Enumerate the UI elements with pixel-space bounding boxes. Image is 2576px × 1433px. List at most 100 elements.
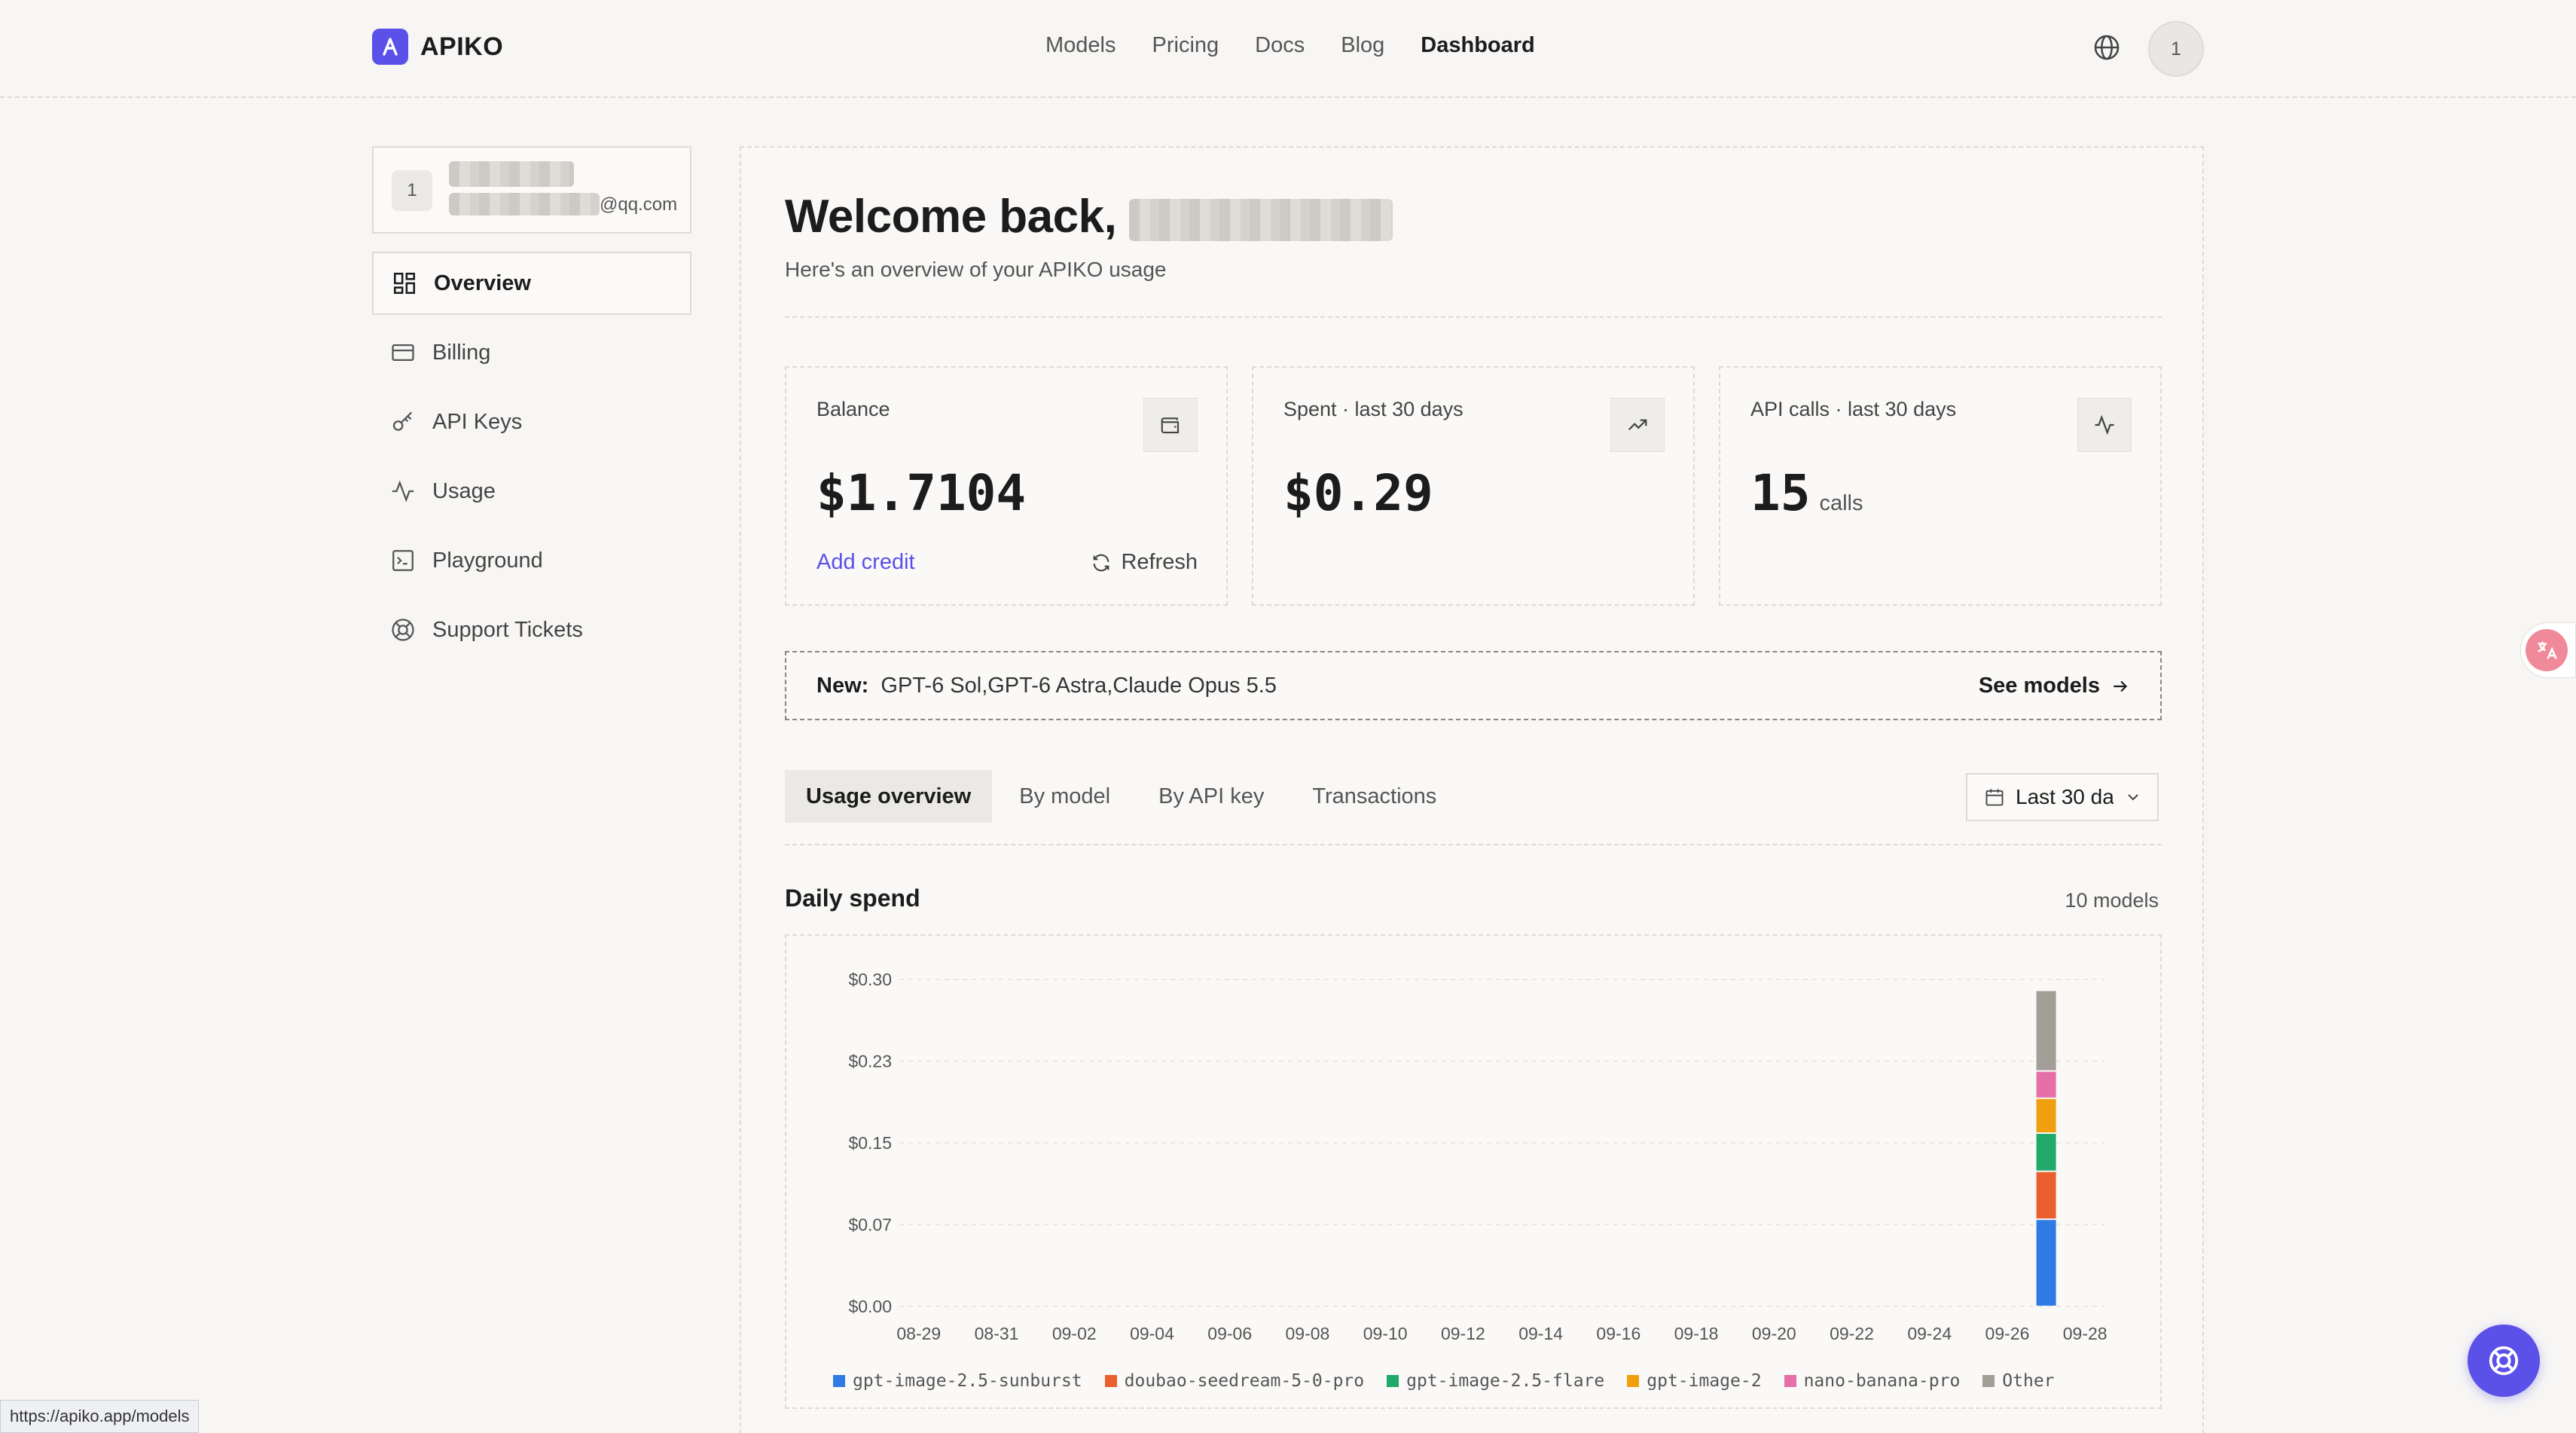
sidebar-item-playground[interactable]: Playground xyxy=(372,529,691,592)
divider xyxy=(785,316,2162,318)
x-tick-label: 09-24 xyxy=(1907,1324,1952,1343)
sidebar-item-label: API Keys xyxy=(432,409,523,434)
bar-segment xyxy=(2036,1220,2056,1306)
legend-label: gpt-image-2 xyxy=(1647,1371,1762,1391)
page-subtitle: Here's an overview of your APIKO usage xyxy=(785,258,1167,281)
balance-value: $1.7104 xyxy=(816,464,1027,522)
x-tick-label: 09-22 xyxy=(1830,1324,1874,1343)
nav-blog[interactable]: Blog xyxy=(1341,33,1384,58)
profile-card[interactable]: 1 @qq.com xyxy=(372,146,691,234)
spent-card: Spent · last 30 days $0.29 xyxy=(1252,366,1695,606)
chart-model-count: 10 models xyxy=(2065,889,2159,912)
x-tick-label: 09-02 xyxy=(1052,1324,1097,1343)
legend-label: gpt-image-2.5-sunburst xyxy=(853,1371,1082,1391)
x-tick-label: 09-18 xyxy=(1674,1324,1719,1343)
brand[interactable]: APIKO xyxy=(372,29,503,65)
key-icon xyxy=(392,411,413,431)
redacted-username xyxy=(1129,190,1393,243)
user-avatar[interactable]: 1 xyxy=(2148,21,2204,77)
y-tick-label: $0.23 xyxy=(848,1052,892,1071)
api-calls-value: 15 calls xyxy=(1750,464,1863,522)
legend-label: doubao-seedream-5-0-pro xyxy=(1124,1371,1365,1391)
top-navbar: APIKO Models Pricing Docs Blog Dashboard… xyxy=(0,0,2576,98)
y-tick-label: $0.07 xyxy=(848,1215,892,1235)
balance-card: Balance $1.7104 Add credit Refresh xyxy=(785,366,1228,606)
bar-segment xyxy=(2036,1172,2056,1219)
profile-avatar: 1 xyxy=(392,170,432,211)
x-tick-label: 09-20 xyxy=(1752,1324,1796,1343)
wallet-icon xyxy=(1143,398,1198,452)
refresh-button[interactable]: Refresh xyxy=(1091,550,1198,575)
x-tick-label: 09-28 xyxy=(2063,1324,2107,1343)
sidebar-item-billing[interactable]: Billing xyxy=(372,321,691,384)
daily-spend-chart: $0.30 $0.23 $0.15 $0.07 $0.00 08-29 08-31 09-02… xyxy=(785,934,2162,1409)
sidebar-item-label: Support Tickets xyxy=(432,617,583,642)
sidebar-item-label: Playground xyxy=(432,548,543,573)
spent-value: $0.29 xyxy=(1283,464,1433,522)
refresh-icon xyxy=(1094,554,1109,571)
legend-swatch xyxy=(1104,1375,1117,1387)
globe-icon[interactable] xyxy=(2092,33,2121,62)
sidebar-item-label: Usage xyxy=(432,478,496,503)
welcome-prefix: Welcome back, xyxy=(785,191,1117,243)
y-tick-label: $0.15 xyxy=(848,1133,892,1153)
nav-dashboard[interactable]: Dashboard xyxy=(1421,33,1534,58)
lifebuoy-icon xyxy=(2489,1346,2519,1376)
x-tick-label: 09-06 xyxy=(1207,1324,1252,1343)
nav-pricing[interactable]: Pricing xyxy=(1152,33,1219,58)
x-tick-label: 09-10 xyxy=(1363,1324,1408,1343)
nav-models[interactable]: Models xyxy=(1045,33,1116,58)
chevron-down-icon xyxy=(2128,794,2138,801)
see-models-link[interactable]: See models xyxy=(1979,674,2130,698)
sidebar-item-overview[interactable]: Overview xyxy=(372,252,691,315)
y-tick-label: $0.30 xyxy=(848,970,892,989)
x-tick-label: 09-04 xyxy=(1130,1324,1174,1343)
usage-tabs: Usage overview By model By API key Trans… xyxy=(785,770,1463,823)
add-credit-link[interactable]: Add credit xyxy=(816,550,915,575)
legend-item[interactable]: gpt-image-2.5-sunburst xyxy=(833,1371,1082,1391)
legend-label: gpt-image-2.5-flare xyxy=(1406,1371,1605,1391)
legend-label: nano-banana-pro xyxy=(1803,1371,1961,1391)
redacted-email xyxy=(449,193,600,215)
legend-swatch xyxy=(833,1375,845,1387)
tab-by-model[interactable]: By model xyxy=(998,770,1131,823)
redacted-username xyxy=(449,161,574,187)
sidebar-item-support-tickets[interactable]: Support Tickets xyxy=(372,598,691,662)
chart-title: Daily spend xyxy=(785,885,920,912)
banner-models: GPT-6 Sol,GPT-6 Astra,Claude Opus 5.5 xyxy=(881,674,1277,698)
terminal-icon xyxy=(392,550,414,571)
see-models-label: See models xyxy=(1978,674,2100,698)
x-tick-label: 09-08 xyxy=(1286,1324,1330,1343)
status-bar-url: https://apiko.app/models xyxy=(0,1400,200,1433)
legend-label: Other xyxy=(2002,1371,2055,1391)
grid-icon xyxy=(393,272,416,295)
brand-logo-icon xyxy=(372,29,408,65)
sidebar-item-usage[interactable]: Usage xyxy=(372,460,691,523)
translate-icon xyxy=(2526,629,2568,671)
support-chat-button[interactable] xyxy=(2468,1325,2540,1397)
tab-usage-overview[interactable]: Usage overview xyxy=(785,770,993,823)
balance-label: Balance xyxy=(816,398,890,420)
api-calls-number: 15 xyxy=(1750,464,1811,522)
sidebar-item-api-keys[interactable]: API Keys xyxy=(372,390,691,454)
translate-button[interactable] xyxy=(2520,622,2576,678)
legend-item[interactable]: gpt-image-2 xyxy=(1627,1371,1762,1391)
legend-item[interactable]: nano-banana-pro xyxy=(1784,1371,1961,1391)
sidebar-item-label: Billing xyxy=(432,340,491,365)
sidebar-item-label: Overview xyxy=(434,270,531,295)
legend-item[interactable]: doubao-seedream-5-0-pro xyxy=(1104,1371,1365,1391)
banner-prefix: New: xyxy=(816,674,869,698)
api-calls-label: API calls · last 30 days xyxy=(1750,398,1957,420)
nav-docs[interactable]: Docs xyxy=(1255,33,1305,58)
date-range-select[interactable]: Last 30 days xyxy=(1966,773,2159,821)
legend-item[interactable]: gpt-image-2.5-flare xyxy=(1387,1371,1604,1391)
legend-item[interactable]: Other xyxy=(1982,1371,2055,1391)
tab-transactions[interactable]: Transactions xyxy=(1291,770,1457,823)
api-calls-unit: calls xyxy=(1819,491,1863,515)
tab-by-api-key[interactable]: By API key xyxy=(1137,770,1285,823)
main-panel: Welcome back, Here's an overview of your… xyxy=(740,146,2204,1433)
arrow-right-icon xyxy=(2114,680,2128,692)
bar-segment xyxy=(2036,1098,2056,1132)
banner-text: New: GPT-6 Sol,GPT-6 Astra,Claude Opus 5… xyxy=(816,674,1277,698)
x-tick-label: 09-16 xyxy=(1596,1324,1641,1343)
